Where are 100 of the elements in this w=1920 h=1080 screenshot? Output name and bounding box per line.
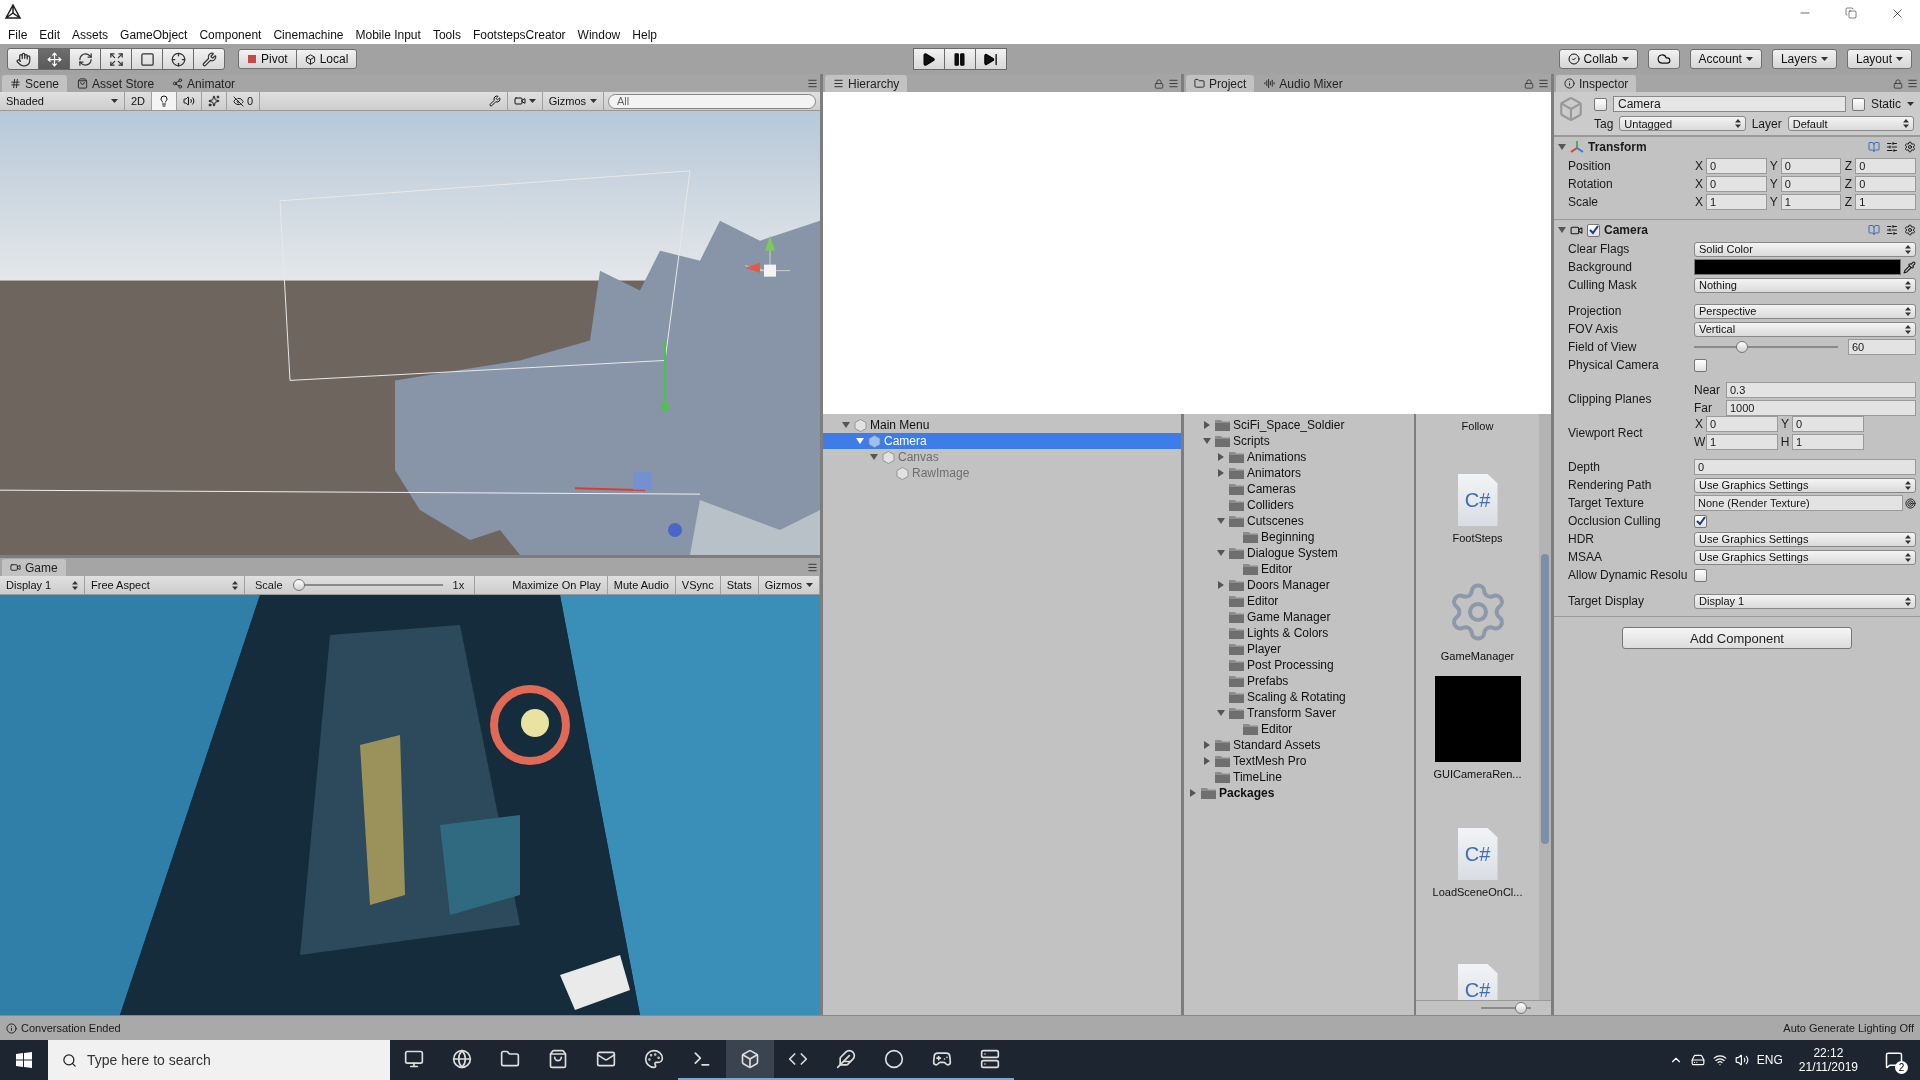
value-field[interactable]: 0.3 bbox=[1726, 382, 1916, 398]
settings-icon[interactable] bbox=[1904, 141, 1916, 153]
hidden-objects-toggle[interactable]: 0 bbox=[227, 92, 261, 110]
target-icon[interactable] bbox=[1905, 497, 1916, 509]
asset-item[interactable]: GameManager bbox=[1422, 550, 1533, 668]
folder-item[interactable]: Dialogue System bbox=[1184, 545, 1414, 561]
folder-item[interactable]: Player bbox=[1184, 641, 1414, 657]
menu-item[interactable]: Mobile Input bbox=[349, 26, 427, 44]
property-dropdown[interactable]: Perspective bbox=[1694, 303, 1916, 319]
component-checkbox[interactable] bbox=[1587, 223, 1600, 237]
disclosure-arrow-icon[interactable] bbox=[856, 437, 864, 445]
clock-date[interactable]: 21/11/2019 bbox=[1798, 1060, 1858, 1074]
value-field[interactable]: 0 bbox=[1792, 416, 1864, 432]
property-checkbox[interactable] bbox=[1694, 568, 1707, 582]
gizmos-dropdown[interactable]: Gizmos bbox=[758, 576, 820, 594]
property-checkbox[interactable] bbox=[1694, 358, 1707, 372]
lighting-toggle[interactable] bbox=[152, 92, 178, 110]
asset-item[interactable]: Follow bbox=[1422, 414, 1533, 432]
help-icon[interactable] bbox=[1868, 224, 1880, 236]
pause-button[interactable] bbox=[943, 48, 976, 70]
folder-item[interactable]: TextMesh Pro bbox=[1184, 753, 1414, 769]
menu-item[interactable]: GameObject bbox=[114, 26, 194, 44]
value-field[interactable]: 0 bbox=[1706, 158, 1767, 174]
value-field[interactable]: 0 bbox=[1855, 158, 1916, 174]
lock-icon[interactable] bbox=[1524, 78, 1534, 89]
lock-icon[interactable] bbox=[1893, 78, 1903, 89]
panel-menu-icon[interactable] bbox=[807, 562, 818, 573]
property-checkbox[interactable] bbox=[1694, 514, 1707, 528]
value-field[interactable]: 0 bbox=[1855, 176, 1916, 192]
disclosure-arrow-icon[interactable] bbox=[1217, 709, 1225, 717]
value-field[interactable]: 0 bbox=[1706, 176, 1767, 192]
value-field[interactable]: 0 bbox=[1780, 176, 1842, 192]
value-field[interactable]: 0 bbox=[1706, 416, 1778, 432]
name-field[interactable]: Camera bbox=[1613, 96, 1846, 112]
slider-thumb[interactable] bbox=[292, 579, 305, 591]
pivot-button[interactable]: Pivot bbox=[238, 49, 297, 69]
scrollbar[interactable] bbox=[1539, 414, 1551, 1000]
taskbar-app[interactable] bbox=[726, 1040, 774, 1080]
tool-button[interactable] bbox=[100, 48, 132, 70]
hierarchy-item[interactable]: Camera bbox=[823, 433, 1181, 449]
property-dropdown[interactable]: Solid Color bbox=[1694, 241, 1916, 257]
folder-item[interactable]: Beginning bbox=[1184, 529, 1414, 545]
folder-item[interactable]: Lights & Colors bbox=[1184, 625, 1414, 641]
panel-menu-icon[interactable] bbox=[1168, 78, 1179, 89]
static-checkbox[interactable] bbox=[1852, 97, 1865, 111]
folder-item[interactable]: TimeLine bbox=[1184, 769, 1414, 785]
step-button[interactable] bbox=[974, 48, 1007, 70]
layers-dropdown[interactable]: Layers bbox=[1771, 49, 1837, 69]
panel-tab[interactable]: Hierarchy bbox=[825, 75, 908, 92]
disclosure-arrow-icon[interactable] bbox=[1217, 453, 1225, 461]
scale-slider[interactable] bbox=[292, 579, 443, 591]
active-checkbox[interactable] bbox=[1594, 97, 1607, 111]
asset-item[interactable]: C# LoadSceneOnCl... bbox=[1422, 786, 1533, 904]
slider-thumb[interactable] bbox=[1515, 1002, 1527, 1014]
asset-item[interactable]: C# bbox=[1422, 904, 1533, 1000]
disclosure-arrow-icon[interactable] bbox=[1203, 757, 1211, 765]
value-field[interactable]: 1 bbox=[1706, 434, 1778, 450]
folder-item[interactable]: Packages bbox=[1184, 785, 1414, 801]
scrollbar-thumb[interactable] bbox=[1541, 554, 1549, 844]
slider-thumb[interactable] bbox=[1735, 341, 1748, 353]
value-field[interactable]: 1 bbox=[1780, 194, 1842, 210]
layer-dropdown[interactable]: Default bbox=[1787, 116, 1914, 131]
panel-tab[interactable]: Animator bbox=[164, 75, 244, 92]
tool-button[interactable] bbox=[69, 48, 101, 70]
disclosure-arrow-icon[interactable] bbox=[1217, 581, 1225, 589]
add-component-button[interactable]: Add Component bbox=[1622, 627, 1852, 649]
folder-item[interactable]: Editor bbox=[1184, 721, 1414, 737]
property-dropdown[interactable]: Display 1 bbox=[1694, 593, 1916, 609]
menu-item[interactable]: Assets bbox=[66, 26, 115, 44]
folder-item[interactable]: Animators bbox=[1184, 465, 1414, 481]
folder-item[interactable]: Colliders bbox=[1184, 497, 1414, 513]
game-toggle[interactable]: Mute Audio bbox=[607, 576, 676, 594]
panel-tab[interactable]: Scene bbox=[2, 75, 68, 92]
folder-item[interactable]: Transform Saver bbox=[1184, 705, 1414, 721]
gizmos-dropdown[interactable]: Gizmos bbox=[542, 92, 604, 110]
disclosure-arrow-icon[interactable] bbox=[1217, 469, 1225, 477]
value-field[interactable]: 1 bbox=[1706, 194, 1767, 210]
tool-button[interactable] bbox=[131, 48, 163, 70]
panel-tab[interactable]: Audio Mixer bbox=[1256, 75, 1351, 92]
language-indicator[interactable]: ENG bbox=[1756, 1053, 1783, 1067]
aspect-dropdown[interactable]: Free Aspect bbox=[85, 576, 245, 594]
panel-menu-icon[interactable] bbox=[807, 78, 818, 89]
lock-icon[interactable] bbox=[1154, 78, 1164, 89]
property-dropdown[interactable]: Use Graphics Settings bbox=[1694, 549, 1916, 565]
game-toggle[interactable]: VSync bbox=[675, 576, 721, 594]
disclosure-arrow-icon[interactable] bbox=[1558, 143, 1566, 151]
property-dropdown[interactable]: Use Graphics Settings bbox=[1694, 477, 1916, 493]
presets-icon[interactable] bbox=[1886, 224, 1898, 236]
disclosure-arrow-icon[interactable] bbox=[1217, 549, 1225, 557]
volume-icon[interactable] bbox=[1734, 1053, 1749, 1067]
game-toggle[interactable]: Maximize On Play bbox=[506, 576, 608, 594]
game-toggle[interactable]: Stats bbox=[720, 576, 759, 594]
disclosure-arrow-icon[interactable] bbox=[1203, 421, 1211, 429]
value-field[interactable]: 0 bbox=[1694, 459, 1916, 475]
disclosure-arrow-icon[interactable] bbox=[1189, 789, 1197, 797]
value-field[interactable]: 60 bbox=[1848, 339, 1916, 355]
folder-item[interactable]: Game Manager bbox=[1184, 609, 1414, 625]
menu-item[interactable]: Window bbox=[571, 26, 627, 44]
presets-icon[interactable] bbox=[1886, 141, 1898, 153]
folder-item[interactable]: Prefabs bbox=[1184, 673, 1414, 689]
